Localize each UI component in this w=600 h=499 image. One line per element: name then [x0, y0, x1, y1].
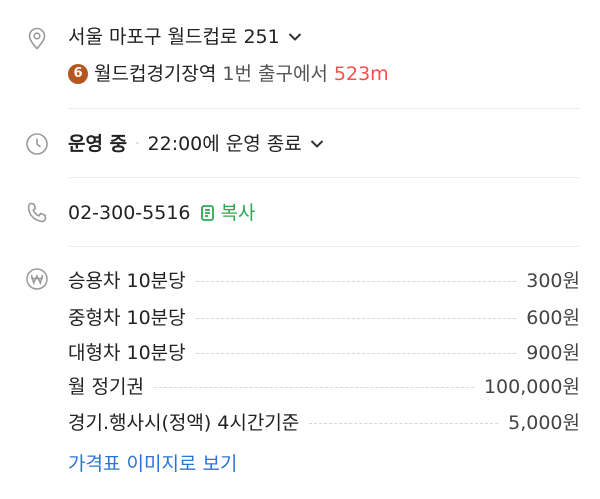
- subway-line-badge: 6: [68, 64, 88, 84]
- price-item-value: 5,000원: [508, 411, 580, 434]
- address-text: 서울 마포구 월드컵로 251: [68, 26, 280, 48]
- hours-detail: 22:00에 운영 종료: [147, 133, 302, 155]
- price-leader: [195, 280, 517, 282]
- price-item-value: 100,000원: [483, 375, 580, 398]
- copy-label: 복사: [220, 202, 256, 224]
- chevron-down-icon: [288, 33, 301, 41]
- phone-number[interactable]: 02-300-5516: [68, 200, 191, 226]
- price-item-value: 300원: [526, 269, 580, 292]
- price-image-link[interactable]: 가격표 이미지로 보기: [68, 451, 237, 477]
- chevron-down-icon: [310, 140, 323, 148]
- hours-separator: ·: [135, 136, 140, 152]
- location-pin-icon: [24, 25, 50, 51]
- won-currency-icon: [24, 266, 50, 292]
- hours-line[interactable]: 운영 중 · 22:00에 운영 종료: [68, 131, 324, 157]
- price-item-name: 중형차 10분당: [68, 306, 186, 329]
- phone-line: 02-300-5516 복사: [68, 200, 255, 226]
- clock-icon: [24, 131, 50, 157]
- subway-exit-text: 1번 출구에서: [222, 63, 328, 85]
- subway-distance: 523m: [333, 63, 389, 85]
- price-item: 중형차 10분당 600원: [68, 303, 580, 329]
- hours-section: 운영 중 · 22:00에 운영 종료: [0, 109, 600, 177]
- price-leader: [309, 422, 499, 424]
- hours-status: 운영 중: [68, 133, 128, 155]
- price-item-name: 승용차 10분당: [68, 269, 186, 292]
- price-item-value: 900원: [526, 341, 580, 364]
- price-item: 월 정기권 100,000원: [68, 372, 580, 398]
- price-item-name: 경기.행사시(정액) 4시간기준: [68, 411, 300, 434]
- price-item: 승용차 10분당 300원: [68, 266, 580, 292]
- price-leader: [195, 352, 517, 354]
- subway-station-name: 월드컵경기장역: [94, 63, 217, 85]
- phone-section: 02-300-5516 복사: [0, 178, 600, 246]
- copy-icon: [200, 205, 214, 221]
- phone-icon: [24, 200, 50, 226]
- price-item-name: 대형차 10분당: [68, 341, 186, 364]
- price-item-value: 600원: [526, 306, 580, 329]
- subway-line: 6 월드컵경기장역 1번 출구에서 523m: [68, 61, 389, 87]
- copy-button[interactable]: 복사: [199, 200, 256, 226]
- address-line[interactable]: 서울 마포구 월드컵로 251: [68, 24, 302, 50]
- price-leader: [195, 317, 517, 319]
- price-leader: [153, 386, 474, 388]
- address-section: 서울 마포구 월드컵로 251 6 월드컵경기장역 1번 출구에서 523m: [0, 0, 600, 110]
- price-item-name: 월 정기권: [68, 375, 144, 398]
- price-item: 대형차 10분당 900원: [68, 338, 580, 364]
- price-item: 경기.행사시(정액) 4시간기준 5,000원: [68, 408, 580, 434]
